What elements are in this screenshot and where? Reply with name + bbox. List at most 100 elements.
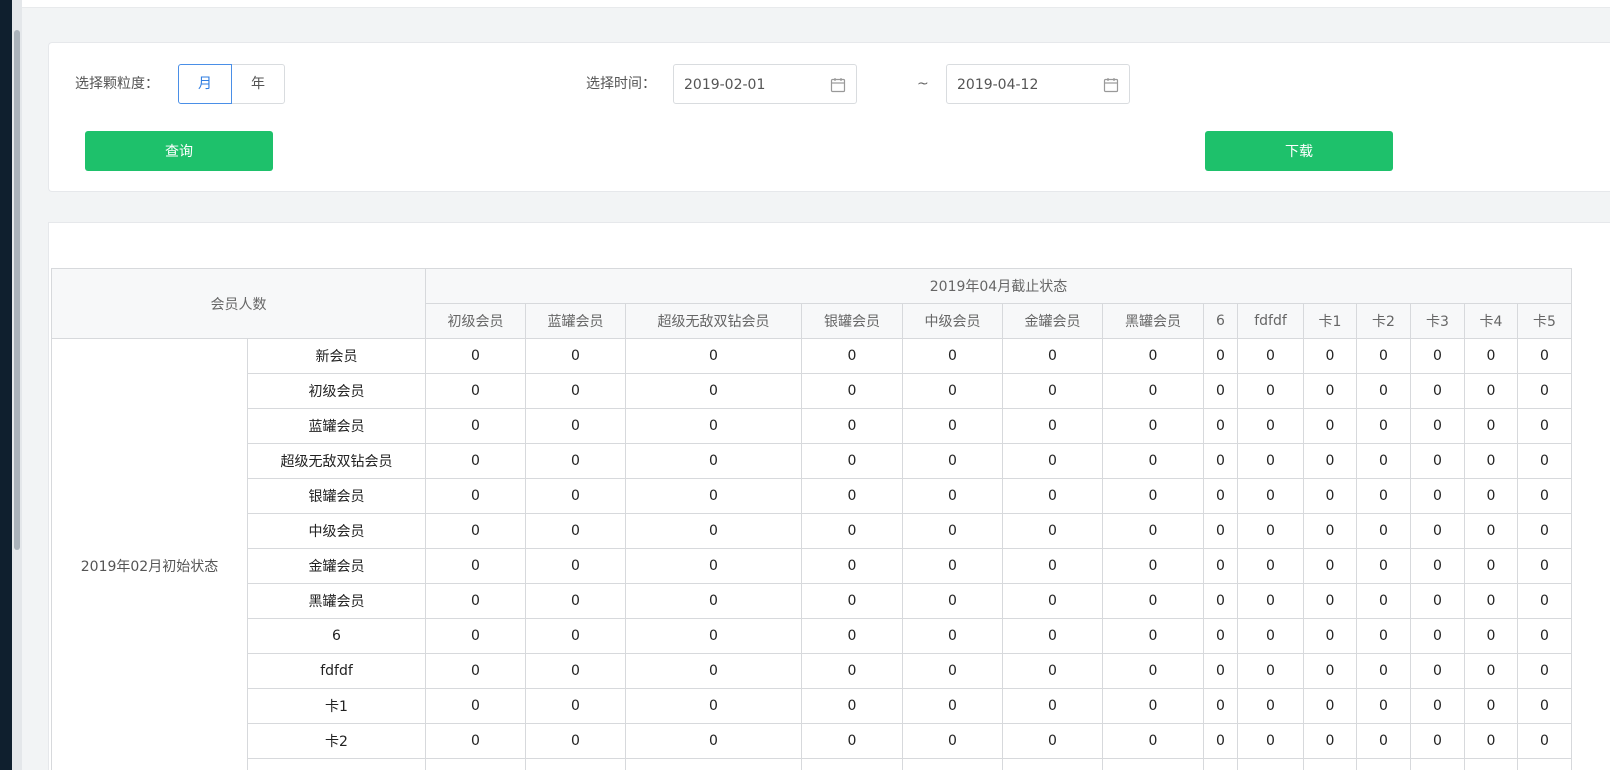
table-row: 600000000000000 xyxy=(52,618,1572,654)
table-cell: 0 xyxy=(1517,583,1572,619)
table-cell: 0 xyxy=(1464,688,1518,724)
row-label: fdfdf xyxy=(247,653,426,689)
table-cell: 0 xyxy=(1237,688,1304,724)
table-cell: 0 xyxy=(1464,338,1518,374)
table-cell: 0 xyxy=(1102,548,1204,584)
table-cell: 0 xyxy=(525,338,626,374)
column-header: 蓝罐会员 xyxy=(525,303,626,339)
table-cell: 0 xyxy=(1356,513,1411,549)
table-cell: 0 xyxy=(1464,408,1518,444)
table-cell: 0 xyxy=(1237,653,1304,689)
table-cell: 0 xyxy=(525,723,626,759)
table-cell: 0 xyxy=(625,513,802,549)
table-cell: 0 xyxy=(1303,443,1357,479)
table-cell: 0 xyxy=(1237,478,1304,514)
table-cell: 0 xyxy=(1517,478,1572,514)
start-date-input[interactable]: 2019-02-01 xyxy=(673,64,857,104)
column-header: 超级无敌双钻会员 xyxy=(625,303,802,339)
table-cell: 0 xyxy=(1102,373,1204,409)
row-label: 银罐会员 xyxy=(247,478,426,514)
table-cell: 0 xyxy=(625,653,802,689)
table-cell: 0 xyxy=(1410,373,1465,409)
table-cell: 0 xyxy=(801,513,903,549)
scrollbar-thumb[interactable] xyxy=(14,30,20,550)
time-label: 选择时间： xyxy=(586,76,656,92)
table-cell: 0 xyxy=(1410,548,1465,584)
table-cell: 0 xyxy=(1303,548,1357,584)
start-date-value: 2019-02-01 xyxy=(684,77,766,93)
table-cell: 0 xyxy=(902,548,1003,584)
table-cell: 0 xyxy=(525,443,626,479)
table-cell: 0 xyxy=(1410,618,1465,654)
table-cell: 0 xyxy=(1102,688,1204,724)
table-row: 金罐会员 0 0 0 0 0 0 0 0 0 0 0 0 0 0 xyxy=(52,548,1572,584)
granularity-year-button[interactable]: 年 xyxy=(231,64,285,104)
table-cell: 0 xyxy=(1203,513,1238,549)
table-cell: 0 xyxy=(1203,688,1238,724)
download-button[interactable]: 下载 xyxy=(1205,131,1393,171)
table-cell xyxy=(1517,758,1572,770)
granularity-month-button[interactable]: 月 xyxy=(178,64,232,104)
row-label: 新会员 xyxy=(247,338,426,374)
table-cell: 0 xyxy=(801,583,903,619)
end-date-input[interactable]: 2019-04-12 xyxy=(946,64,1130,104)
table-row xyxy=(52,758,1572,770)
table-row: 2019年02月初始状态 新会员 0 0 0 0 0 0 0 0 0 0 0 0 0 0 xyxy=(51,338,1572,770)
column-header: 中级会员 xyxy=(902,303,1003,339)
table-cell: 0 xyxy=(625,618,802,654)
query-button[interactable]: 查询 xyxy=(85,131,273,171)
table-cell: 0 xyxy=(902,723,1003,759)
table-cell: 0 xyxy=(1464,548,1518,584)
column-header: 银罐会员 xyxy=(801,303,903,339)
table-row: 黑罐会员 0 0 0 0 0 0 0 0 0 0 0 0 0 0 xyxy=(52,583,1572,619)
table-cell xyxy=(625,758,802,770)
table-cell: 0 xyxy=(1002,583,1103,619)
table-cell: 0 xyxy=(1203,373,1238,409)
table-cell: 0 xyxy=(1237,443,1304,479)
table-cell: 0 xyxy=(1002,373,1103,409)
table-cell: 0 xyxy=(801,723,903,759)
table-cell: 0 xyxy=(1303,618,1357,654)
granularity-label: 选择颗粒度： xyxy=(75,76,159,92)
table-cell: 0 xyxy=(1464,373,1518,409)
table-cell: 0 xyxy=(425,373,526,409)
table-cell: 0 xyxy=(525,688,626,724)
column-header: 卡1 xyxy=(1303,303,1357,339)
table-cell: 0 xyxy=(902,408,1003,444)
table-cell: 0 xyxy=(425,723,526,759)
table-cell: 0 xyxy=(1356,443,1411,479)
table-cell: 0 xyxy=(1410,688,1465,724)
table-cell: 0 xyxy=(1203,548,1238,584)
table-cell: 0 xyxy=(525,513,626,549)
table-cell: 0 xyxy=(1102,618,1204,654)
table-cell xyxy=(425,758,526,770)
table-cell: 0 xyxy=(902,478,1003,514)
table-cell: 0 xyxy=(425,478,526,514)
table-cell: 0 xyxy=(1356,653,1411,689)
table-cell: 0 xyxy=(1303,723,1357,759)
table-cell: 0 xyxy=(1303,688,1357,724)
column-header: 卡5 xyxy=(1517,303,1572,339)
table-cell: 0 xyxy=(625,338,802,374)
column-header: 金罐会员 xyxy=(1002,303,1103,339)
table-cell: 0 xyxy=(525,583,626,619)
table-cell: 0 xyxy=(1517,373,1572,409)
calendar-icon[interactable] xyxy=(1103,77,1119,93)
table-cell: 0 xyxy=(1410,513,1465,549)
row-label: 6 xyxy=(247,618,426,654)
row-group-label: 2019年02月初始状态 xyxy=(51,338,248,770)
table-cell xyxy=(1303,758,1357,770)
calendar-icon[interactable] xyxy=(830,77,846,93)
table-cell: 0 xyxy=(1356,688,1411,724)
group-header: 2019年04月截止状态 xyxy=(425,268,1572,304)
top-bar xyxy=(22,0,1610,8)
table-row: fdfdf 0 0 0 0 0 0 0 0 0 0 0 0 0 0 xyxy=(52,653,1572,689)
column-header: 卡2 xyxy=(1356,303,1411,339)
column-header: 黑罐会员 xyxy=(1102,303,1204,339)
table-cell: 0 xyxy=(1002,688,1103,724)
table-cell: 0 xyxy=(902,688,1003,724)
table-cell: 0 xyxy=(1102,583,1204,619)
table-cell: 0 xyxy=(425,513,526,549)
table-cell: 0 xyxy=(625,443,802,479)
table-cell: 0 xyxy=(1356,548,1411,584)
